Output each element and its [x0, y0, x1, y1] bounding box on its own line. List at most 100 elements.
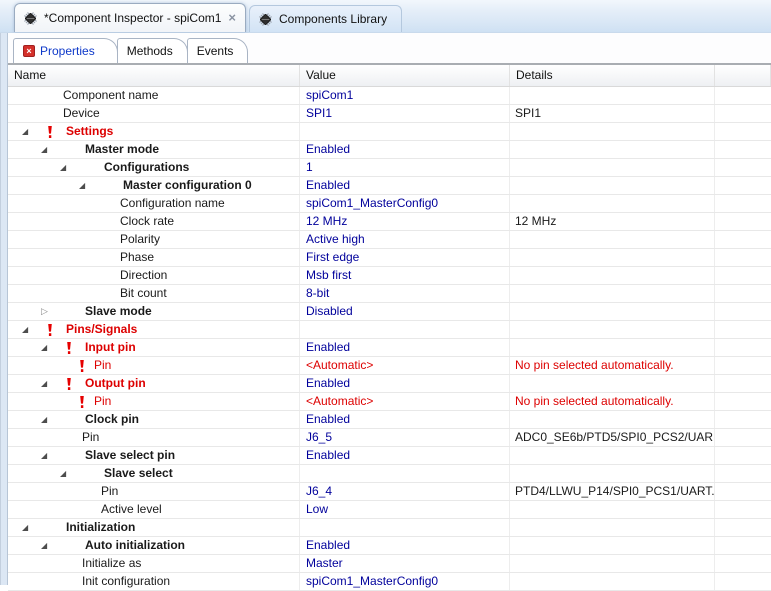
- expand-arrow-icon[interactable]: ◢: [41, 411, 53, 428]
- table-row[interactable]: Component name spiCom1: [8, 87, 771, 105]
- table-row[interactable]: Pin <Automatic> No pin selected automati…: [8, 357, 771, 375]
- column-header-details[interactable]: Details: [510, 65, 715, 86]
- expand-arrow-icon[interactable]: ◢: [22, 123, 34, 140]
- table-row[interactable]: Pin J6_4 PTD4/LLWU_P14/SPI0_PCS1/UART...: [8, 483, 771, 501]
- table-row[interactable]: Pin <Automatic> No pin selected automati…: [8, 393, 771, 411]
- property-value[interactable]: [300, 465, 510, 482]
- property-value[interactable]: Enabled: [300, 447, 510, 464]
- property-name: Initialize as: [82, 556, 142, 570]
- expand-arrow-icon[interactable]: ◢: [41, 375, 53, 392]
- table-row[interactable]: ◢ Master configuration 0 Enabled: [8, 177, 771, 195]
- property-details: [510, 249, 715, 266]
- table-row[interactable]: Configuration name spiCom1_MasterConfig0: [8, 195, 771, 213]
- property-name: Bit count: [120, 286, 167, 300]
- property-value[interactable]: spiCom1: [300, 87, 510, 104]
- tab-properties[interactable]: × Properties: [13, 38, 118, 63]
- property-name: Pin: [94, 394, 112, 408]
- column-header-name[interactable]: Name: [8, 65, 300, 86]
- property-value[interactable]: Enabled: [300, 141, 510, 158]
- property-name: Auto initialization: [85, 538, 185, 552]
- property-value[interactable]: First edge: [300, 249, 510, 266]
- table-row[interactable]: ◢ Clock pin Enabled: [8, 411, 771, 429]
- property-value[interactable]: Low: [300, 501, 510, 518]
- property-details: [510, 159, 715, 176]
- property-value[interactable]: Disabled: [300, 303, 510, 320]
- table-row[interactable]: ◢ Auto initialization Enabled: [8, 537, 771, 555]
- property-value[interactable]: Enabled: [300, 537, 510, 554]
- property-value[interactable]: [300, 123, 510, 140]
- table-row[interactable]: Clock rate 12 MHz 12 MHz: [8, 213, 771, 231]
- collapse-arrow-icon[interactable]: ▷: [41, 303, 53, 320]
- red-exclamation-icon: [80, 395, 84, 408]
- property-value[interactable]: <Automatic>: [300, 393, 510, 410]
- property-value[interactable]: Enabled: [300, 339, 510, 356]
- property-value[interactable]: Enabled: [300, 411, 510, 428]
- error-overlay-icon: ×: [23, 45, 35, 57]
- tab-events[interactable]: Events: [186, 38, 249, 63]
- expand-arrow-icon[interactable]: ◢: [41, 447, 53, 464]
- property-value[interactable]: spiCom1_MasterConfig0: [300, 573, 510, 590]
- table-row[interactable]: Init configuration spiCom1_MasterConfig0: [8, 573, 771, 591]
- property-value[interactable]: 12 MHz: [300, 213, 510, 230]
- expand-arrow-icon[interactable]: ◢: [41, 141, 53, 158]
- table-row[interactable]: Direction Msb first: [8, 267, 771, 285]
- expand-arrow-icon[interactable]: ◢: [60, 159, 72, 176]
- table-row[interactable]: ◢ Output pin Enabled: [8, 375, 771, 393]
- property-name: Component name: [63, 88, 159, 102]
- table-row[interactable]: ◢ Configurations 1: [8, 159, 771, 177]
- property-details: [510, 537, 715, 554]
- property-value[interactable]: Enabled: [300, 375, 510, 392]
- expand-arrow-icon[interactable]: ◢: [22, 519, 34, 536]
- expand-arrow-icon[interactable]: ◢: [41, 339, 53, 356]
- editor-tab-component-inspector[interactable]: *Component Inspector - spiCom1 ×: [14, 3, 247, 32]
- table-row[interactable]: ◢ Input pin Enabled: [8, 339, 771, 357]
- property-value[interactable]: 1: [300, 159, 510, 176]
- property-value[interactable]: J6_4: [300, 483, 510, 500]
- expand-arrow-icon[interactable]: ◢: [79, 177, 91, 194]
- property-details: [510, 177, 715, 194]
- table-row[interactable]: ▷ Slave mode Disabled: [8, 303, 771, 321]
- table-row[interactable]: Polarity Active high: [8, 231, 771, 249]
- property-details: ADC0_SE6b/PTD5/SPI0_PCS2/UAR...: [510, 429, 715, 446]
- table-row[interactable]: ◢ Pins/Signals: [8, 321, 771, 339]
- property-name: Polarity: [120, 232, 161, 246]
- table-row[interactable]: Bit count 8-bit: [8, 285, 771, 303]
- property-name: Pin: [82, 430, 100, 444]
- table-row[interactable]: ◢ Settings: [8, 123, 771, 141]
- property-details: [510, 321, 715, 338]
- expand-arrow-icon[interactable]: ◢: [41, 537, 53, 554]
- close-icon[interactable]: ×: [227, 11, 237, 24]
- property-value[interactable]: Master: [300, 555, 510, 572]
- property-details: [510, 87, 715, 104]
- column-header-value[interactable]: Value: [300, 65, 510, 86]
- property-name: Configuration name: [120, 196, 225, 210]
- property-value[interactable]: Msb first: [300, 267, 510, 284]
- table-row[interactable]: ◢ Master mode Enabled: [8, 141, 771, 159]
- property-value[interactable]: 8-bit: [300, 285, 510, 302]
- properties-tree: Component name spiCom1 Device SPI1 SPI1 …: [8, 87, 771, 591]
- property-value[interactable]: SPI1: [300, 105, 510, 122]
- expand-arrow-icon[interactable]: ◢: [22, 321, 34, 338]
- property-details: [510, 195, 715, 212]
- table-row[interactable]: Initialize as Master: [8, 555, 771, 573]
- property-name: Master configuration 0: [123, 178, 252, 192]
- property-value[interactable]: J6_5: [300, 429, 510, 446]
- table-row[interactable]: Pin J6_5 ADC0_SE6b/PTD5/SPI0_PCS2/UAR...: [8, 429, 771, 447]
- property-value[interactable]: Enabled: [300, 177, 510, 194]
- table-row[interactable]: ◢ Initialization: [8, 519, 771, 537]
- property-value[interactable]: spiCom1_MasterConfig0: [300, 195, 510, 212]
- component-inspector-view: × Properties Methods Events Name Value D…: [8, 33, 771, 591]
- property-details: [510, 447, 715, 464]
- table-row[interactable]: ◢ Slave select pin Enabled: [8, 447, 771, 465]
- table-row[interactable]: ◢ Slave select: [8, 465, 771, 483]
- property-value[interactable]: [300, 519, 510, 536]
- property-value[interactable]: [300, 321, 510, 338]
- property-value[interactable]: <Automatic>: [300, 357, 510, 374]
- table-row[interactable]: Phase First edge: [8, 249, 771, 267]
- editor-tab-components-library[interactable]: Components Library: [249, 5, 403, 32]
- table-row[interactable]: Device SPI1 SPI1: [8, 105, 771, 123]
- property-value[interactable]: Active high: [300, 231, 510, 248]
- tab-methods[interactable]: Methods: [116, 38, 188, 63]
- table-row[interactable]: Active level Low: [8, 501, 771, 519]
- expand-arrow-icon[interactable]: ◢: [60, 465, 72, 482]
